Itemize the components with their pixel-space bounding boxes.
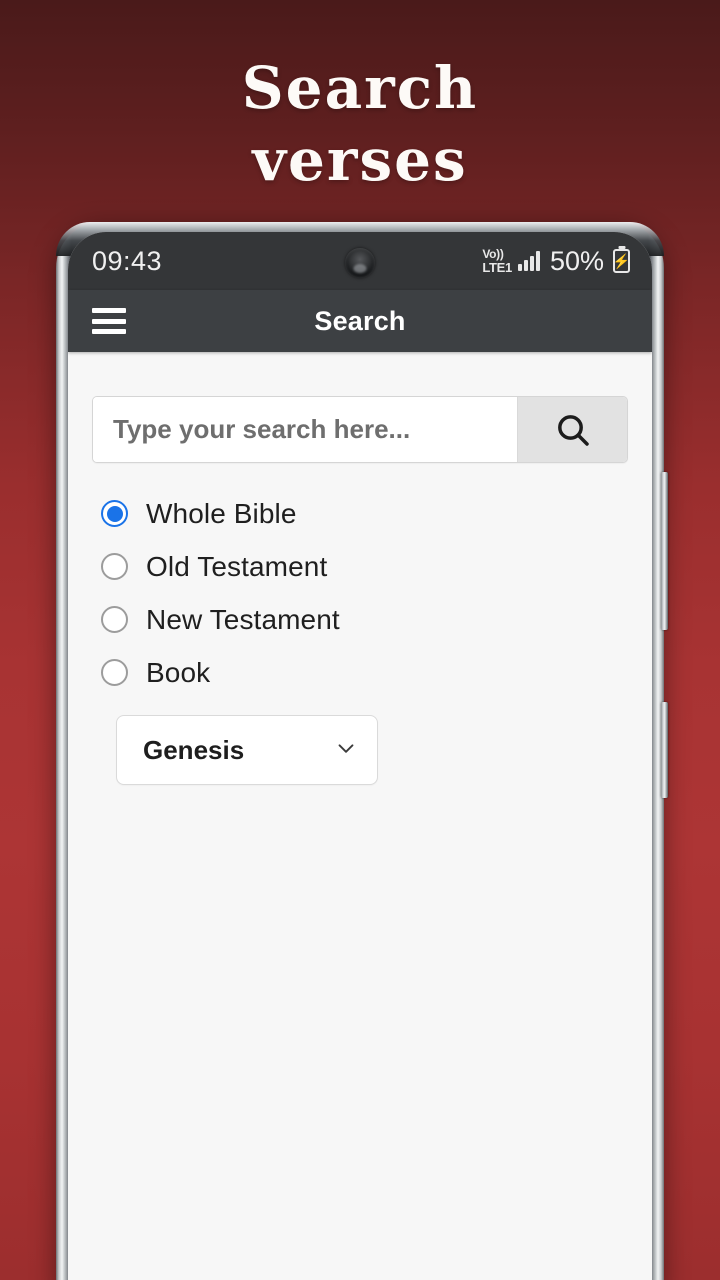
radio-option-book[interactable]: Book: [101, 646, 628, 699]
radio-option-label: Old Testament: [146, 550, 328, 582]
volte-network-icon: Vo)) LTE1: [482, 248, 512, 274]
promo-headline-line1: Search: [241, 54, 479, 122]
power-button[interactable]: [661, 702, 668, 798]
phone-device-frame: 09:43 Vo)) LTE1 50% ⚡ Search Type your s…: [56, 222, 668, 1280]
app-bar: Search: [68, 290, 652, 352]
search-submit-button[interactable]: [517, 397, 627, 462]
promo-headline-line2: verses: [252, 126, 468, 194]
chevron-down-icon: [333, 735, 359, 766]
search-bar: [92, 396, 628, 463]
radio-option-label: Book: [146, 656, 211, 688]
radio-button-indicator: [101, 553, 128, 580]
screen-content: Whole Bible Old Testament New Testament …: [68, 352, 652, 1280]
radio-option-old-testament[interactable]: Old Testament: [101, 540, 628, 593]
front-camera-punch-hole-icon: [345, 248, 375, 278]
phone-screen: 09:43 Vo)) LTE1 50% ⚡ Search Type your s…: [68, 232, 652, 1280]
search-icon: [553, 410, 593, 450]
battery-percent-label: 50%: [549, 245, 604, 276]
book-dropdown[interactable]: Genesis: [116, 715, 378, 785]
battery-charging-icon: ⚡: [613, 249, 630, 273]
radio-button-indicator: [101, 606, 128, 633]
status-bar-clock: 09:43: [92, 245, 163, 276]
hamburger-menu-icon[interactable]: [92, 308, 126, 334]
radio-button-indicator: [101, 500, 128, 527]
volte-label-top: Vo)): [482, 247, 504, 261]
status-bar-indicators: Vo)) LTE1 50% ⚡: [482, 246, 630, 277]
radio-option-label: Whole Bible: [146, 497, 297, 529]
status-bar: 09:43 Vo)) LTE1 50% ⚡: [68, 232, 652, 290]
radio-option-new-testament[interactable]: New Testament: [101, 593, 628, 646]
book-dropdown-value: Genesis: [143, 734, 245, 765]
volume-rocker-button[interactable]: [661, 472, 668, 630]
search-scope-radio-group: Whole Bible Old Testament New Testament …: [92, 487, 628, 699]
search-input[interactable]: [93, 397, 517, 462]
page-title: Search: [314, 305, 406, 336]
radio-option-label: New Testament: [146, 603, 340, 635]
book-select-container: Genesis: [92, 715, 628, 785]
volte-label-bottom: LTE1: [482, 260, 512, 275]
promo-headline: Search verses: [0, 52, 720, 196]
radio-option-whole-bible[interactable]: Whole Bible: [101, 487, 628, 540]
signal-bars-icon: [517, 251, 540, 271]
radio-button-indicator: [101, 659, 128, 686]
